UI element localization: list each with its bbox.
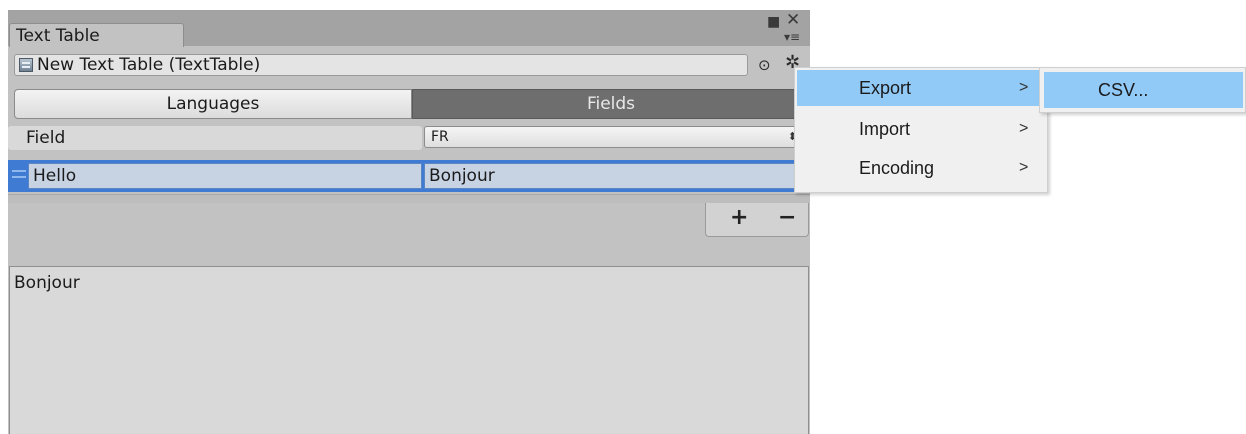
asset-name-label: New Text Table (TextTable) [37,55,261,75]
field-key-input[interactable]: Hello [28,163,422,189]
mode-toggle: Languages Fields [14,89,810,119]
asset-name-field[interactable]: New Text Table (TextTable) [14,54,748,76]
language-dropdown[interactable]: FR ⬍ [424,126,804,148]
menu-item-import[interactable]: Import > [797,111,1045,147]
context-menu: Export > Import > Encoding > [794,67,1048,193]
target-icon[interactable]: ⊙ [758,57,771,73]
export-submenu: CSV... [1039,67,1246,113]
asset-object-row: New Text Table (TextTable) ⊙ ✲ [14,54,808,78]
panel-menu-icon[interactable]: ▾≡ [784,30,800,44]
text-table-editor-window: Text Table ■ ✕ ▾≡ New Text Table (TextTa… [8,10,810,434]
menu-item-label: CSV... [1098,80,1149,100]
menu-item-export-csv[interactable]: CSV... [1044,72,1243,108]
drag-handle-icon[interactable] [12,170,26,178]
menu-item-label: Encoding [859,158,935,178]
add-row-button[interactable]: + [730,206,748,230]
menu-item-label: Export [859,78,912,98]
menu-item-export[interactable]: Export > [797,70,1045,106]
field-value-input[interactable]: Bonjour [424,163,810,189]
menu-item-label: Import [859,119,911,139]
table-row[interactable]: Hello Bonjour [8,160,810,192]
chevron-right-icon: > [1019,120,1029,137]
text-table-asset-icon [19,58,33,72]
field-column-header: Field [8,126,422,150]
list-footer [8,194,810,203]
chevron-right-icon: > [1019,79,1029,96]
tab-text-table[interactable]: Text Table [9,23,184,47]
preview-text-area[interactable]: Bonjour [9,266,809,434]
table-header-row: Field FR ⬍ [8,124,810,154]
remove-row-button[interactable]: − [778,206,796,230]
maximize-icon[interactable]: ■ [767,15,780,29]
window-tab-strip: Text Table ■ ✕ ▾≡ [8,10,810,47]
language-dropdown-value: FR [431,129,449,145]
tab-fields[interactable]: Fields [412,89,810,119]
close-icon[interactable]: ✕ [786,12,800,29]
chevron-right-icon: > [1019,159,1029,176]
tab-languages[interactable]: Languages [14,89,412,119]
menu-item-encoding[interactable]: Encoding > [797,150,1045,186]
add-remove-controls: + − [705,203,809,237]
